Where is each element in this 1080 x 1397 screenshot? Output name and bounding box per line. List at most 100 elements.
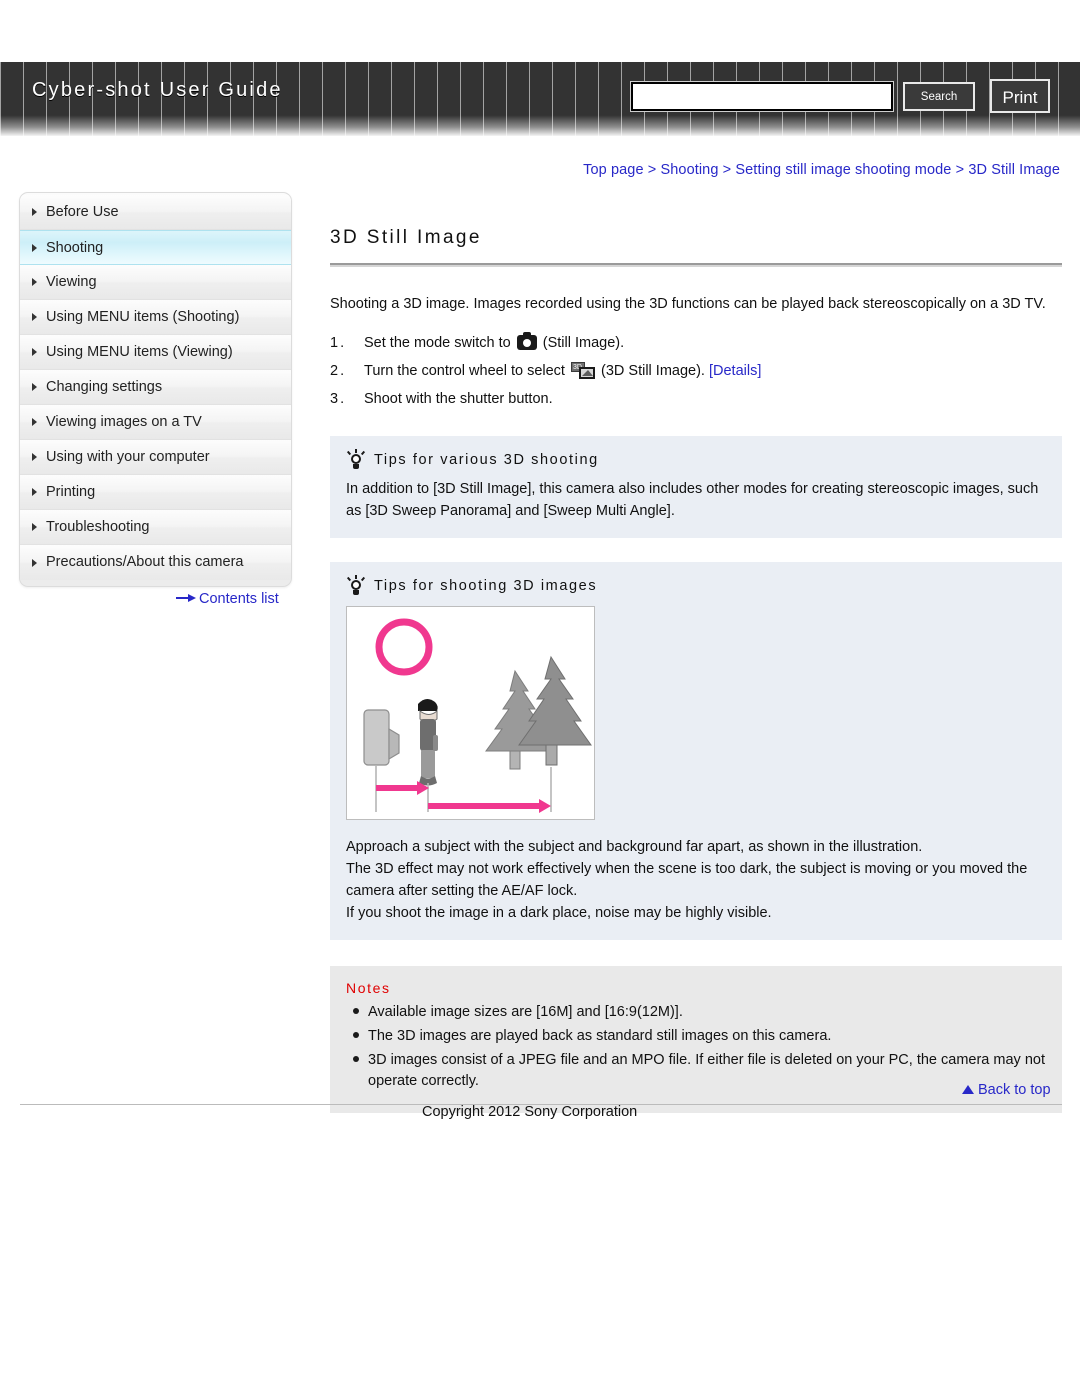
site-header: Cyber-shot User Guide Search Print — [0, 62, 1080, 136]
note-list-item: Available image sizes are [16M] and [16:… — [346, 1002, 1046, 1023]
back-to-top-label: Back to top — [978, 1082, 1051, 1098]
breadcrumb-separator: > — [722, 162, 732, 178]
details-link[interactable]: [Details] — [709, 363, 761, 379]
triangle-bullet-icon — [32, 453, 37, 461]
lightbulb-icon — [346, 448, 366, 470]
tips-panel-various-3d-shooting: Tips for various 3D shooting In addition… — [330, 435, 1062, 538]
3d-shooting-distance-illustration — [346, 605, 595, 820]
steps-list: 1. Set the mode switch to (Still Image).… — [330, 330, 1062, 412]
illustration-svg — [363, 618, 592, 813]
sidebar-item-changing-settings[interactable]: Changing settings — [20, 370, 291, 405]
note-text: Available image sizes are [16M] and [16:… — [368, 1003, 683, 1020]
sidebar-item-label: Before Use — [46, 204, 119, 220]
tips-heading: Tips for shooting 3D images — [346, 574, 1046, 596]
sidebar-item-troubleshooting[interactable]: Troubleshooting — [20, 510, 291, 545]
tips-heading-label: Tips for shooting 3D images — [374, 577, 598, 594]
sidebar-item-label: Using MENU items (Shooting) — [46, 309, 240, 325]
note-list-item: 3D images consist of a JPEG file and an … — [346, 1050, 1046, 1092]
triangle-bullet-icon — [32, 383, 37, 391]
sidebar-item-label: Viewing — [46, 274, 97, 290]
tips-body: In addition to [3D Still Image], this ca… — [346, 480, 1039, 519]
sidebar-item-using-with-your-computer[interactable]: Using with your computer — [20, 440, 291, 475]
triangle-bullet-icon — [32, 243, 37, 252]
sidebar-item-label: Viewing images on a TV — [46, 414, 202, 430]
3d-still-image-icon: 3D — [570, 361, 595, 379]
print-button[interactable]: Print — [990, 79, 1050, 113]
title-divider — [330, 263, 1062, 267]
bullet-dot-icon — [346, 1002, 368, 1023]
page-title: 3D Still Image — [330, 227, 482, 248]
breadcrumb-item-current: 3D Still Image — [968, 162, 1060, 178]
ok-circle-mark — [375, 618, 433, 675]
breadcrumb-separator: > — [955, 162, 965, 178]
sidebar-item-label: Troubleshooting — [46, 519, 150, 535]
site-brand-title: Cyber-shot User Guide — [32, 79, 283, 101]
sidebar-item-label: Shooting — [46, 240, 104, 256]
step-text: Set the mode switch to (Still Image). — [364, 330, 1062, 356]
search-button[interactable]: Search — [903, 82, 975, 111]
tips-panel-shooting-3d-images: Tips for shooting 3D images Approach a s… — [330, 561, 1062, 940]
step-number: 2. — [330, 362, 347, 379]
step-item-2: 2. Turn the control wheel to select 3D (… — [330, 358, 1062, 384]
sidebar-item-before-use[interactable]: Before Use — [20, 195, 291, 230]
bullet-dot-icon — [346, 1050, 368, 1092]
sidebar-item-using-menu-shooting[interactable]: Using MENU items (Shooting) — [20, 300, 291, 335]
camera-body — [363, 708, 390, 766]
camera-icon — [516, 331, 537, 350]
sidebar-item-label: Precautions/About this camera — [46, 554, 244, 570]
triangle-bullet-icon — [32, 278, 37, 286]
tip2-line-1: Approach a subject with the subject and … — [346, 838, 923, 855]
sidebar-item-viewing[interactable]: Viewing — [20, 265, 291, 300]
triangle-bullet-icon — [32, 558, 37, 567]
search-input[interactable] — [633, 84, 891, 109]
contents-list-link[interactable]: Contents list — [176, 591, 279, 607]
sidebar-item-shooting[interactable]: Shooting — [20, 230, 291, 265]
breadcrumb: Top page > Shooting > Setting still imag… — [583, 162, 1060, 178]
person-figure — [418, 698, 438, 785]
step-text-before: Turn the control wheel to select — [364, 362, 569, 379]
notes-panel: Notes Available image sizes are [16M] an… — [330, 965, 1062, 1113]
note-text: 3D images consist of a JPEG file and an … — [368, 1051, 1045, 1089]
sidebar-item-label: Using with your computer — [46, 449, 210, 465]
tip2-line-3: If you shoot the image in a dark place, … — [346, 904, 772, 921]
lightbulb-icon — [346, 574, 366, 596]
sidebar-item-label: Using MENU items (Viewing) — [46, 344, 233, 360]
tips-heading-label: Tips for various 3D shooting — [374, 451, 599, 468]
illustration-wrapper — [346, 605, 1046, 820]
step-text: Shoot with the shutter button. — [364, 390, 553, 407]
step-text-after: (3D Still Image). — [596, 362, 709, 379]
breadcrumb-item-shooting[interactable]: Shooting — [660, 162, 718, 178]
copyright-text: Copyright 2012 Sony Corporation — [422, 1104, 638, 1120]
search-input-wrapper[interactable] — [630, 81, 894, 112]
triangle-bullet-icon — [32, 348, 37, 356]
step-item-1: 1. Set the mode switch to (Still Image). — [330, 330, 1062, 356]
step-text-after: (Still Image). — [538, 334, 625, 351]
sidebar-item-viewing-images-on-tv[interactable]: Viewing images on a TV — [20, 405, 291, 440]
breadcrumb-item-top-page[interactable]: Top page — [583, 162, 643, 178]
distance-arrow-far — [428, 798, 551, 813]
notes-title: Notes — [346, 979, 391, 996]
breadcrumb-separator: > — [647, 162, 657, 178]
step-number: 1. — [330, 334, 347, 351]
bullet-dot-icon — [346, 1026, 368, 1047]
sidebar-nav: Before Use Shooting Viewing Using MENU i… — [19, 192, 292, 587]
tips-heading: Tips for various 3D shooting — [346, 448, 1046, 470]
intro-paragraph: Shooting a 3D image. Images recorded usi… — [330, 296, 1046, 312]
camera-lens — [388, 727, 400, 760]
step-text: Turn the control wheel to select 3D (3D … — [364, 358, 1062, 384]
sidebar-item-precautions[interactable]: Precautions/About this camera — [20, 545, 291, 580]
tip2-line-2: The 3D effect may not work effectively w… — [346, 860, 1028, 899]
note-text: The 3D images are played back as standar… — [368, 1027, 832, 1044]
back-to-top-link[interactable]: Back to top — [962, 1082, 1051, 1098]
step-number: 3. — [330, 390, 347, 407]
breadcrumb-item-setting-mode[interactable]: Setting still image shooting mode — [735, 162, 951, 178]
triangle-bullet-icon — [32, 488, 37, 496]
sidebar-item-printing[interactable]: Printing — [20, 475, 291, 510]
sidebar-item-label: Printing — [46, 484, 96, 500]
sidebar-item-using-menu-viewing[interactable]: Using MENU items (Viewing) — [20, 335, 291, 370]
triangle-bullet-icon — [32, 208, 37, 216]
note-list-item: The 3D images are played back as standar… — [346, 1026, 1046, 1047]
right-arrow-icon — [176, 594, 196, 603]
triangle-bullet-icon — [32, 418, 37, 426]
sidebar-item-label: Changing settings — [46, 379, 163, 395]
